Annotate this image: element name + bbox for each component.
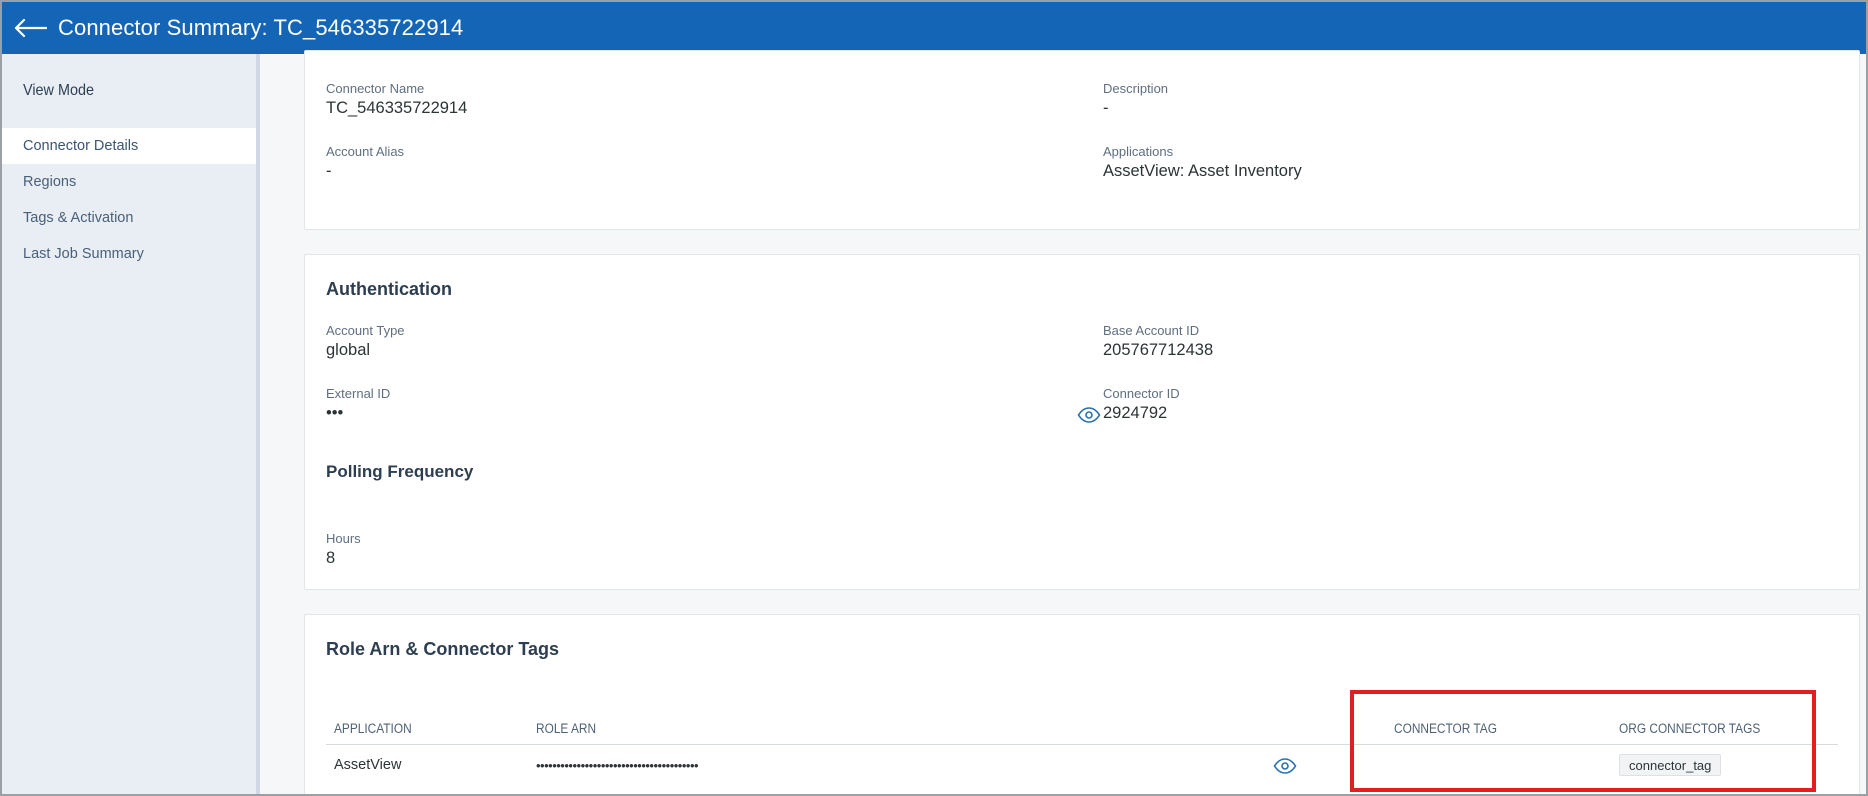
application-cell: AssetView (334, 757, 402, 773)
column-header-role-arn: ROLE ARN (536, 721, 597, 736)
table-row: AssetView ••••••••••••••••••••••••••••••… (326, 746, 1838, 786)
hours-label: Hours (326, 531, 361, 546)
connector-name-value: TC_546335722914 (326, 99, 468, 117)
header-bar: Connector Summary: TC_546335722914 (2, 2, 1866, 54)
show-external-id-eye-icon[interactable] (1077, 407, 1101, 428)
hours-field: Hours 8 (326, 531, 361, 569)
connector-details-card: Connector Name TC_546335722914 Descripti… (304, 50, 1860, 230)
applications-field: Applications AssetView: Asset Inventory (1103, 144, 1302, 182)
page-title: Connector Summary: TC_546335722914 (58, 15, 464, 40)
account-alias-label: Account Alias (326, 144, 405, 159)
role-arn-card: Role Arn & Connector Tags APPLICATION RO… (304, 614, 1860, 794)
app-window: Connector Summary: TC_546335722914 View … (0, 0, 1868, 796)
connector-id-value: 2924792 (1103, 404, 1168, 422)
hours-value: 8 (326, 549, 336, 567)
connector-name-label: Connector Name (326, 81, 425, 96)
base-account-id-value: 205767712438 (1103, 341, 1214, 359)
role-arn-title: Role Arn & Connector Tags (326, 639, 560, 659)
connector-id-label: Connector ID (1103, 386, 1180, 401)
sidebar-title: View Mode (23, 82, 94, 99)
base-account-id-field: Base Account ID 205767712438 (1103, 323, 1213, 361)
role-arn-cell: •••••••••••••••••••••••••••••••••••••••• (536, 758, 699, 773)
show-role-arn-eye-icon[interactable] (1273, 758, 1297, 779)
description-value: - (1103, 99, 1109, 117)
description-label: Description (1103, 81, 1169, 96)
column-header-connector-tag: CONNECTOR TAG (1394, 721, 1497, 736)
applications-value: AssetView: Asset Inventory (1103, 162, 1302, 180)
account-type-field: Account Type global (326, 323, 405, 361)
description-field: Description - (1103, 81, 1168, 119)
polling-frequency-title: Polling Frequency (326, 462, 474, 481)
main-content: Connector Name TC_546335722914 Descripti… (264, 50, 1866, 794)
sidebar-item-connector-details[interactable]: Connector Details (2, 128, 256, 164)
sidebar-nav: Connector Details Regions Tags & Activat… (2, 128, 256, 272)
sidebar: View Mode Connector Details Regions Tags… (2, 54, 260, 794)
account-alias-field: Account Alias - (326, 144, 404, 182)
account-alias-value: - (326, 162, 332, 180)
connector-id-field: Connector ID 2924792 (1103, 386, 1180, 424)
sidebar-item-regions[interactable]: Regions (2, 164, 256, 200)
column-header-application: APPLICATION (334, 721, 412, 736)
authentication-card: Authentication Account Type global Base … (304, 254, 1860, 590)
role-arn-table-header: APPLICATION ROLE ARN CONNECTOR TAG ORG C… (326, 715, 1838, 745)
sidebar-item-last-job-summary[interactable]: Last Job Summary (2, 236, 256, 272)
account-type-value: global (326, 341, 371, 359)
applications-label: Applications (1103, 144, 1174, 159)
external-id-label: External ID (326, 386, 391, 401)
external-id-field: External ID ••• (326, 386, 390, 424)
org-connector-tag-chip: connector_tag (1619, 754, 1722, 776)
account-type-label: Account Type (326, 323, 405, 338)
connector-name-field: Connector Name TC_546335722914 (326, 81, 467, 119)
column-header-org-connector-tags: ORG CONNECTOR TAGS (1619, 721, 1761, 736)
sidebar-item-tags-activation[interactable]: Tags & Activation (2, 200, 256, 236)
back-arrow-icon[interactable] (12, 16, 48, 40)
external-id-value: ••• (326, 404, 344, 422)
authentication-title: Authentication (326, 279, 452, 299)
base-account-id-label: Base Account ID (1103, 323, 1200, 338)
